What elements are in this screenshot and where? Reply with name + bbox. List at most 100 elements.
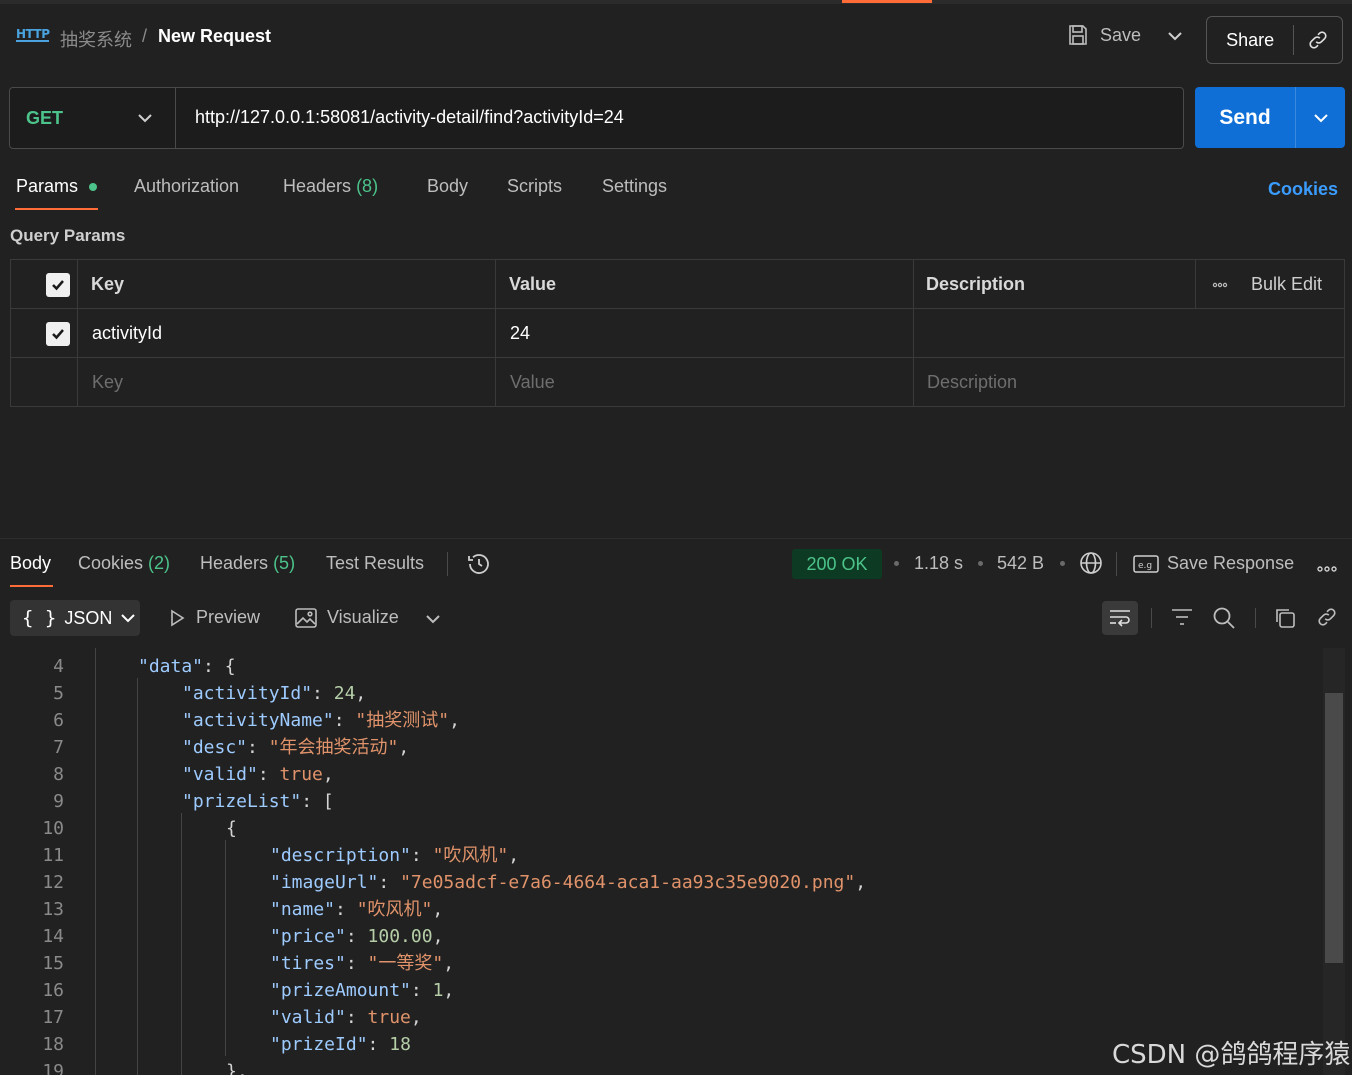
response-size[interactable]: 542 B bbox=[997, 553, 1044, 574]
code-line: 6 "activityName": "抽奖测试", bbox=[0, 707, 1323, 734]
preview-button[interactable]: Preview bbox=[168, 607, 260, 628]
code-token: 1 bbox=[432, 980, 444, 1001]
format-select[interactable]: { } JSON bbox=[10, 600, 140, 636]
wrap-lines-button[interactable] bbox=[1102, 601, 1138, 635]
divider bbox=[1151, 608, 1152, 628]
response-tab-cookies[interactable]: Cookies (2) bbox=[78, 553, 170, 574]
code-token: : bbox=[410, 980, 433, 1001]
tab-scripts[interactable]: Scripts bbox=[507, 176, 562, 197]
tab-headers[interactable]: Headers (8) bbox=[283, 176, 378, 197]
code-line: 16 "prizeAmount": 1, bbox=[0, 977, 1323, 1004]
line-number: 8 bbox=[53, 764, 64, 785]
code-token: "tires" bbox=[270, 953, 346, 974]
response-tab-body[interactable]: Body bbox=[10, 553, 51, 574]
code-token: 24 bbox=[333, 683, 356, 704]
url-input[interactable]: http://127.0.0.1:58081/activity-detail/f… bbox=[195, 107, 624, 128]
visualize-button[interactable]: Visualize bbox=[295, 607, 399, 628]
copy-link-response-button[interactable] bbox=[1316, 606, 1338, 633]
filter-button[interactable] bbox=[1170, 606, 1194, 633]
tab-params[interactable]: Params bbox=[16, 176, 78, 197]
method-select[interactable]: GET bbox=[10, 88, 176, 148]
select-all-checkbox[interactable] bbox=[46, 260, 70, 309]
scrollbar-thumb[interactable] bbox=[1325, 693, 1343, 963]
code-token: "price" bbox=[270, 926, 346, 947]
watermark: CSDN @鸽鸽程序猿 bbox=[1112, 1040, 1351, 1070]
response-body-viewer[interactable]: 4 "data": {5 "activityId": 24, 6 "activityNa… bbox=[0, 648, 1323, 1075]
code-line: 9 "prizeList": [ bbox=[0, 788, 1323, 815]
save-options-button[interactable] bbox=[1160, 24, 1190, 48]
share-button[interactable]: Share bbox=[1207, 30, 1293, 51]
code-token: "抽奖测试" bbox=[355, 710, 450, 731]
breadcrumb-collection[interactable]: 抽奖系统 bbox=[60, 26, 132, 52]
bulk-edit-button[interactable]: Bulk Edit bbox=[1251, 260, 1322, 309]
active-tab-indicator bbox=[842, 0, 932, 3]
new-key-input[interactable]: Key bbox=[92, 358, 123, 407]
code-token: "activityName" bbox=[182, 710, 334, 731]
cookies-link[interactable]: Cookies bbox=[1268, 179, 1338, 200]
line-number: 14 bbox=[42, 926, 64, 947]
tab-body[interactable]: Body bbox=[427, 176, 468, 197]
code-token: "一等奖" bbox=[367, 953, 444, 974]
line-number: 15 bbox=[42, 953, 64, 974]
dot-separator bbox=[894, 561, 899, 566]
code-token: "desc" bbox=[182, 737, 248, 758]
chevron-down-icon bbox=[426, 615, 440, 624]
copy-button[interactable] bbox=[1273, 606, 1297, 635]
send-group: Send bbox=[1195, 87, 1345, 148]
param-value-cell[interactable]: 24 bbox=[510, 309, 530, 358]
more-horizontal-icon bbox=[1317, 566, 1337, 572]
new-description-input[interactable]: Description bbox=[927, 358, 1017, 407]
column-header-key: Key bbox=[91, 274, 125, 294]
copy-link-button[interactable] bbox=[1294, 29, 1342, 51]
visualize-label: Visualize bbox=[327, 607, 399, 627]
send-options-button[interactable] bbox=[1296, 87, 1345, 148]
breadcrumb-separator: / bbox=[142, 26, 148, 46]
table-row: activityId 24 bbox=[11, 309, 1344, 358]
request-name[interactable]: New Request bbox=[158, 26, 271, 47]
code-line: 14 "price": 100.00, bbox=[0, 923, 1323, 950]
chevron-down-icon bbox=[138, 114, 152, 123]
code-token: true bbox=[367, 1007, 411, 1028]
divider bbox=[447, 552, 448, 576]
save-response-button[interactable]: e.g Save Response bbox=[1133, 553, 1294, 574]
network-info-button[interactable] bbox=[1079, 551, 1103, 580]
code-token: "name" bbox=[270, 899, 336, 920]
search-button[interactable] bbox=[1212, 606, 1236, 635]
status-badge[interactable]: 200 OK bbox=[792, 549, 882, 579]
response-tab-headers[interactable]: Headers (5) bbox=[200, 553, 295, 574]
line-number: 9 bbox=[53, 791, 64, 812]
row-checkbox[interactable] bbox=[46, 309, 70, 358]
save-button[interactable]: Save bbox=[1066, 18, 1141, 52]
code-content: "price": 100.00, bbox=[270, 923, 443, 950]
visualize-options-button[interactable] bbox=[425, 612, 441, 630]
history-button[interactable] bbox=[466, 552, 492, 581]
send-button[interactable]: Send bbox=[1195, 87, 1296, 148]
more-options-button[interactable] bbox=[1212, 260, 1228, 309]
line-number: 6 bbox=[53, 710, 64, 731]
response-divider[interactable] bbox=[0, 538, 1352, 539]
tab-settings[interactable]: Settings bbox=[602, 176, 667, 197]
line-number: 17 bbox=[42, 1007, 64, 1028]
response-more-button[interactable] bbox=[1316, 560, 1338, 578]
response-tab-test-results[interactable]: Test Results bbox=[326, 553, 424, 574]
format-label: JSON bbox=[64, 607, 113, 628]
tab-count: (8) bbox=[356, 176, 379, 196]
check-icon bbox=[52, 279, 64, 290]
code-token: , bbox=[855, 872, 867, 893]
code-token: "prizeId" bbox=[270, 1034, 368, 1055]
tab-authorization[interactable]: Authorization bbox=[134, 176, 239, 197]
code-line: 5 "activityId": 24, bbox=[0, 680, 1323, 707]
code-line: 12 "imageUrl": "7e05adcf-e7a6-4664-aca1-a… bbox=[0, 869, 1323, 896]
response-time[interactable]: 1.18 s bbox=[914, 553, 963, 574]
code-token: "activityId" bbox=[182, 683, 313, 704]
code-token: true bbox=[279, 764, 323, 785]
param-key-cell[interactable]: activityId bbox=[92, 309, 162, 358]
line-number: 10 bbox=[42, 818, 64, 839]
code-line: 8 "valid": true, bbox=[0, 761, 1323, 788]
code-token: : [ bbox=[301, 791, 334, 812]
code-token: { bbox=[226, 818, 237, 839]
image-icon bbox=[295, 607, 317, 628]
new-value-input[interactable]: Value bbox=[510, 358, 555, 407]
tab-label: Cookies bbox=[78, 553, 144, 573]
code-token: , bbox=[508, 845, 520, 866]
